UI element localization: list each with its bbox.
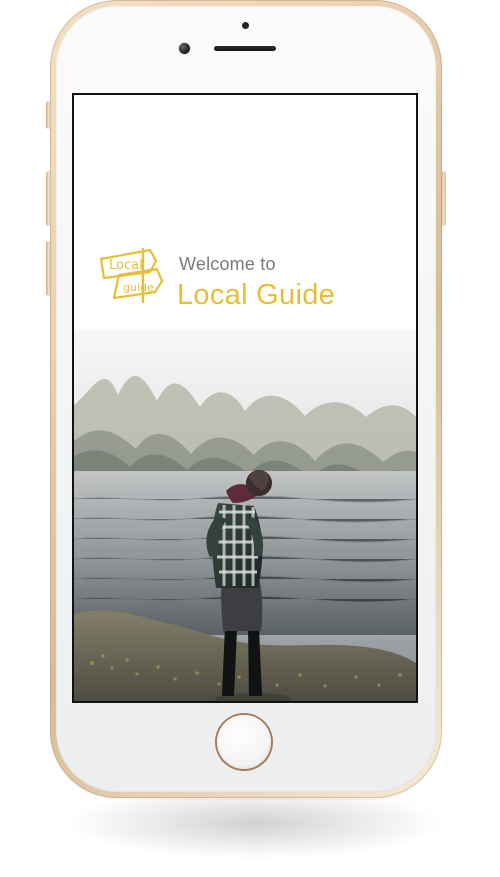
app-screen: Local guide Welcome to Local Guide (74, 95, 416, 701)
home-button[interactable] (217, 715, 271, 769)
app-title: Local Guide (177, 279, 336, 311)
earpiece-speaker (214, 46, 276, 51)
camera-icon (179, 43, 190, 54)
lakeside-photo (74, 329, 416, 701)
logo-line-1: Local (109, 258, 143, 273)
welcome-text: Welcome to (179, 254, 276, 274)
logo-svg: Local guide (99, 247, 164, 304)
welcome-header: Local guide Welcome to Local Guide (74, 95, 416, 335)
proximity-sensor (242, 22, 249, 29)
logo-line-2: guide (123, 281, 154, 294)
phone-shadow (70, 788, 440, 858)
device-mockup: Local guide Welcome to Local Guide (0, 0, 500, 877)
hero-image (74, 329, 416, 701)
signpost-logo-icon: Local guide (94, 245, 166, 305)
